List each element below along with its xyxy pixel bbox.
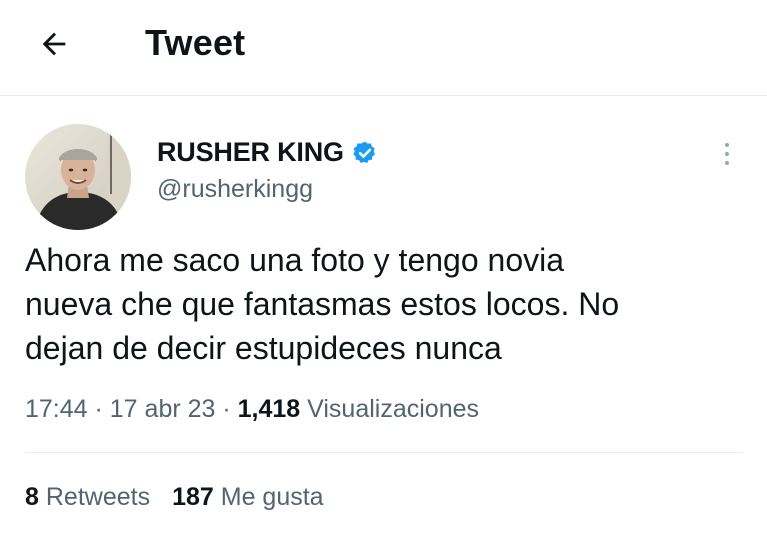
more-vertical-icon: [725, 143, 729, 147]
avatar[interactable]: [25, 124, 131, 230]
more-vertical-icon-dot: [725, 161, 729, 165]
meta-separator: ·: [215, 395, 238, 423]
views-count: 1,418: [237, 395, 301, 423]
tweet-date[interactable]: 17 abr 23: [110, 395, 216, 423]
profile-photo: [25, 124, 131, 230]
meta-separator: ·: [87, 395, 110, 423]
author-name[interactable]: RUSHER KING: [157, 137, 378, 168]
divider: [25, 452, 743, 453]
verified-badge-icon: [352, 140, 378, 166]
back-button[interactable]: [28, 18, 80, 70]
likes-count: 187: [172, 483, 214, 511]
page-title: Tweet: [145, 22, 246, 63]
author-display-name: RUSHER KING: [157, 137, 344, 167]
retweets-label: Retweets: [45, 483, 151, 511]
author-handle[interactable]: @rusherkingg: [157, 175, 313, 204]
retweets-stat[interactable]: 8 Retweets: [25, 483, 150, 511]
likes-label: Me gusta: [220, 483, 324, 511]
views-label: Visualizaciones: [307, 395, 480, 423]
tweet-text-line: dejan de decir estupideces nunca: [25, 330, 502, 366]
tweet-time[interactable]: 17:44: [25, 395, 88, 423]
tweet-meta: 17:44 · 17 abr 23 · 1,418 Visualizacione…: [25, 395, 479, 424]
tweet-stats: 8 Retweets 187 Me gusta: [25, 483, 324, 512]
header-bar: Tweet: [0, 0, 767, 96]
more-vertical-icon-dot: [725, 152, 729, 156]
arrow-left-icon: [42, 32, 66, 56]
tweet-text-line: Ahora me saco una foto y tengo novia: [25, 242, 565, 278]
tweet-text-line: nueva che que fantasmas estos locos. No: [25, 286, 620, 322]
likes-stat[interactable]: 187 Me gusta: [172, 483, 324, 511]
tweet-text: Ahora me saco una foto y tengo novia nue…: [25, 238, 740, 370]
more-options-button[interactable]: [712, 136, 742, 172]
retweets-count: 8: [25, 483, 39, 511]
